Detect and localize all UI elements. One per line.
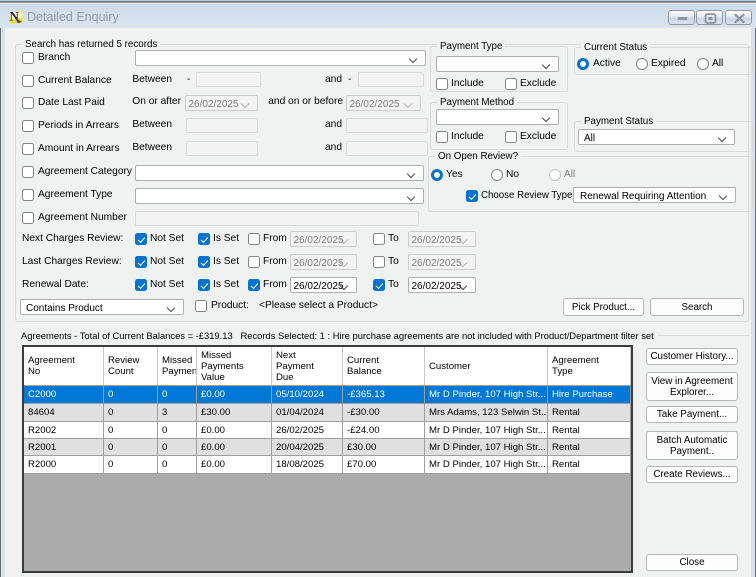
svg-text:N: N — [10, 9, 20, 24]
